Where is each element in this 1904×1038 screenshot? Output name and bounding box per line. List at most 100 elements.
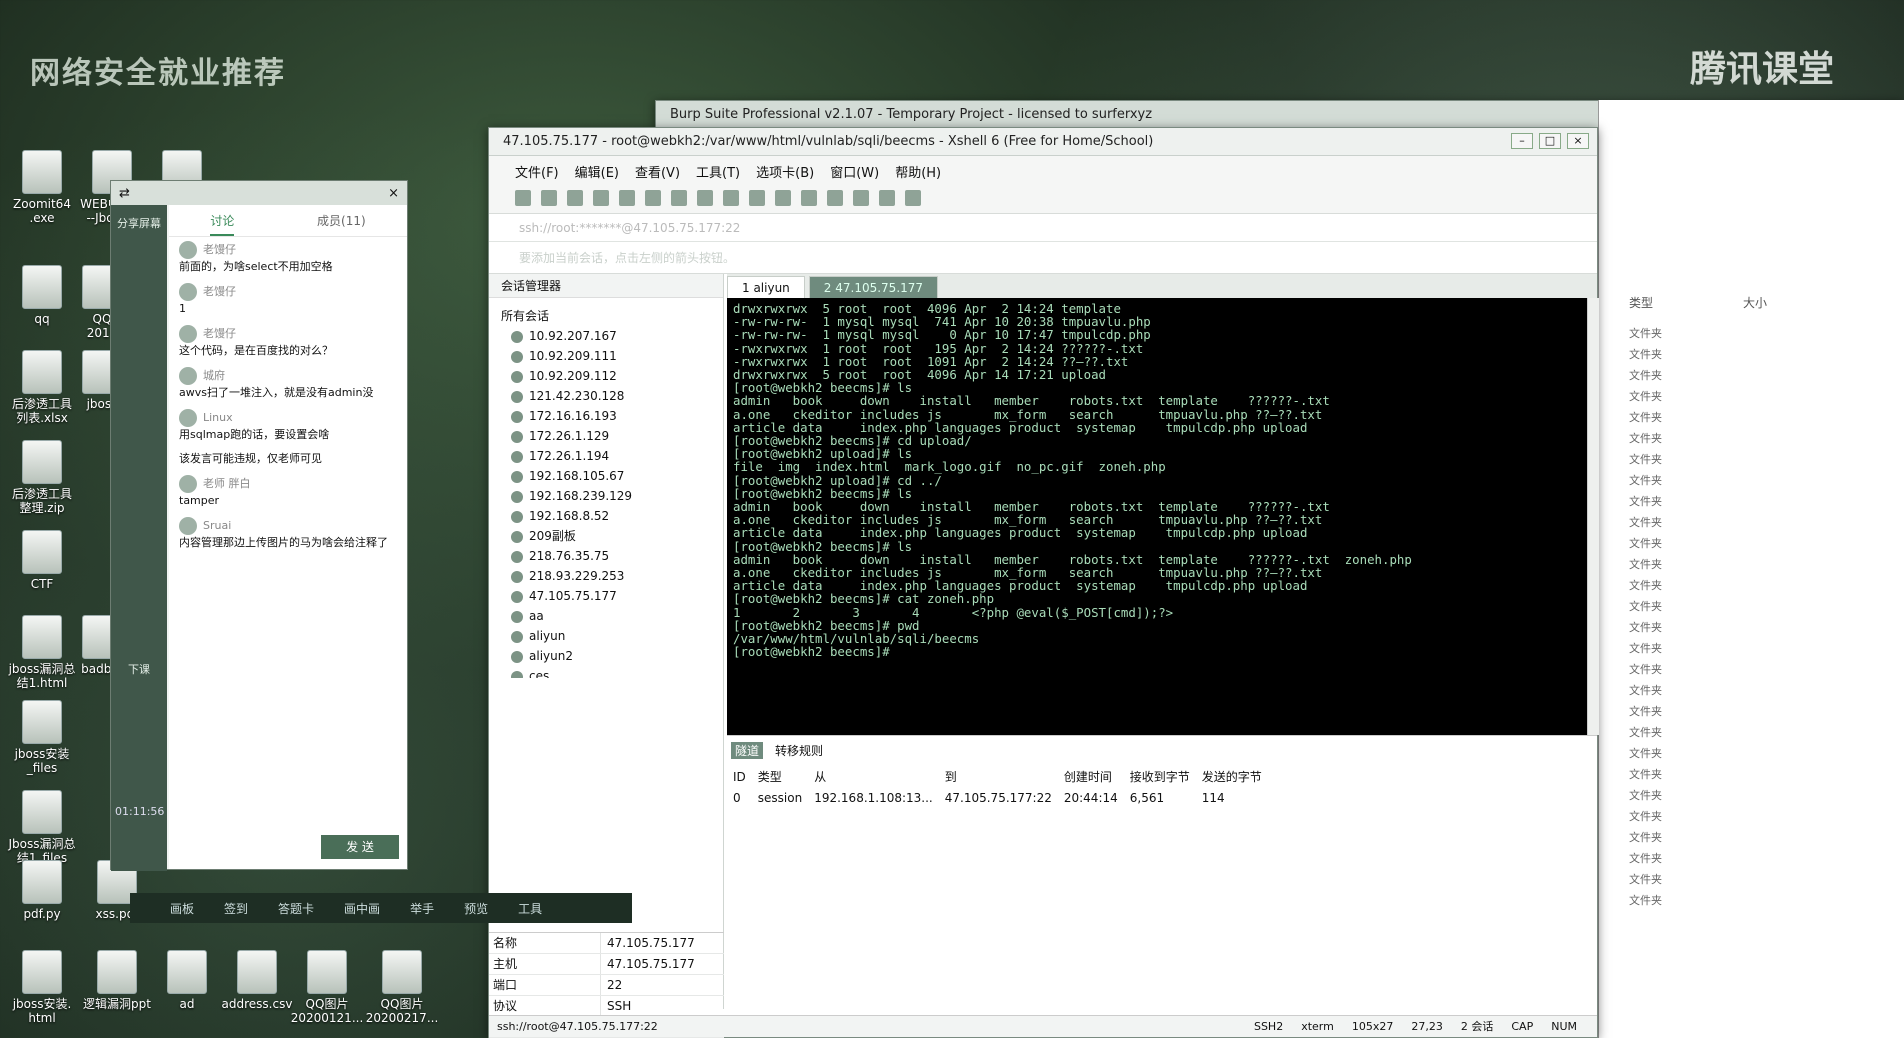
menu-item[interactable]: 窗口(W) [830,162,879,182]
toolbar-item[interactable]: 签到 [224,900,248,917]
session-item[interactable]: 218.76.35.75 [501,546,723,566]
desktop-icon[interactable]: jboss安装. html [0,950,84,1025]
address-bar[interactable]: ssh://root:*******@47.105.75.177:22 [489,214,1597,242]
status-num: NUM [1551,1020,1577,1033]
script-icon[interactable] [853,189,869,206]
session-item[interactable]: 218.93.229.253 [501,566,723,586]
tunnel-column-header[interactable]: 类型 [752,765,808,788]
desktop-icon[interactable]: jboss安装 _files [0,700,84,775]
toolbar-item[interactable]: 预览 [464,900,488,917]
search-icon[interactable] [645,189,661,206]
new-session-icon[interactable] [515,189,531,206]
folder-type-label: 文件夹 [1629,705,1662,718]
tab-forward-rules[interactable]: 转移规则 [775,742,823,759]
tunnel-column-header[interactable]: 发送的字节 [1196,765,1268,788]
chat-text: 这个代码，是在百度找的对么？ [179,344,333,357]
table-row[interactable]: 0 session 192.168.1.108:13... 47.105.75.177… [727,788,1268,808]
close-icon[interactable]: × [1567,133,1589,149]
globe-icon[interactable] [697,189,713,206]
end-class-button[interactable]: 下课 [111,661,167,677]
folder-type-label: 文件夹 [1629,726,1662,739]
all-sessions-folder[interactable]: 所有会话 [501,306,723,326]
session-item[interactable]: 192.168.105.67 [501,466,723,486]
settings-icon[interactable] [723,189,739,206]
session-item[interactable]: ces [501,666,723,678]
copy-icon[interactable] [619,189,635,206]
open-icon[interactable] [541,189,557,206]
share-screen-button[interactable]: 分享屏幕 [111,215,167,231]
toolbar-item[interactable]: 画中画 [344,900,380,917]
xftp-icon[interactable] [749,189,765,206]
tab-discussion[interactable]: 讨论 [210,205,235,236]
session-item[interactable]: 172.26.1.129 [501,426,723,446]
session-item[interactable]: 209副板 [501,526,723,546]
session-item[interactable]: aliyun [501,626,723,646]
desktop-icon[interactable]: QQ图片 20200217... [360,950,444,1025]
class-timer: 01:11:56 [115,805,165,818]
terminal-scrollbar[interactable] [1587,298,1599,735]
terminal-output[interactable]: drwxrwxrwx 5 root root 4096 Apr 2 14:24 … [727,298,1587,735]
file-icon [307,950,347,994]
desktop-icon[interactable]: pdf.py [0,860,84,921]
menu-item[interactable]: 查看(V) [635,162,680,182]
xshell-window[interactable]: 47.105.75.177 - root@webkh2:/var/www/htm… [488,127,1599,1038]
session-item[interactable]: 10.92.209.112 [501,366,723,386]
folder-type-label: 文件夹 [1629,537,1662,550]
session-item[interactable]: aa [501,606,723,626]
tunnel-column-header[interactable]: ID [727,765,752,788]
session-item[interactable]: 192.168.8.52 [501,506,723,526]
tab-47-105-75-177[interactable]: 2 47.105.75.177 [808,276,939,298]
session-item[interactable]: 47.105.75.177 [501,586,723,606]
menu-item[interactable]: 帮助(H) [895,162,941,182]
lock-icon[interactable] [775,189,791,206]
tab-members[interactable]: 成员(11) [317,205,366,236]
toolbar-item[interactable]: 举手 [410,900,434,917]
connect-icon[interactable] [567,189,583,206]
desktop-icon[interactable]: QQ图片 20200121... [285,950,369,1025]
close-icon[interactable]: × [388,186,399,201]
toolbar-item[interactable]: 工具 [518,900,542,917]
menu-item[interactable]: 选项卡(B) [756,162,814,182]
file-explorer-window[interactable]: 类型 大小 文件夹 文件夹 文件夹 文件夹 文件夹 文件夹 文件夹 文件夹 文件夹 文件夹 文件夹 文件… [1598,100,1904,1038]
session-item[interactable]: 121.42.230.128 [501,386,723,406]
disconnect-icon[interactable] [593,189,609,206]
folder-type-label: 文件夹 [1629,768,1662,781]
session-item[interactable]: 192.168.239.129 [501,486,723,506]
property-row: 端口 22 [489,975,724,996]
desktop-icon[interactable]: 后渗透工具 整理.zip [0,440,84,515]
menu-item[interactable]: 工具(T) [696,162,740,182]
tab-tunnel[interactable]: 隧道 [731,742,764,759]
fullscreen-icon[interactable] [801,189,817,206]
qq-classroom-panel[interactable]: ⇄ × 分享屏幕 下课 01:11:56 讨论 成员(11) 老馒仔 前面的，为啥se… [110,180,408,871]
minimize-icon[interactable]: – [1511,133,1533,149]
column-type[interactable]: 类型 [1629,294,1653,311]
share-icon[interactable]: ⇄ [119,186,130,201]
tunnel-column-header[interactable]: 接收到字节 [1124,765,1196,788]
menu-item[interactable]: 编辑(E) [575,162,619,182]
session-item[interactable]: 10.92.209.111 [501,346,723,366]
session-item[interactable]: 10.92.207.167 [501,326,723,346]
help-icon[interactable] [905,189,921,206]
toolbar-item[interactable]: 答题卡 [278,900,314,917]
tunnel-column-header[interactable]: 从 [808,765,939,788]
session-item[interactable]: 172.16.16.193 [501,406,723,426]
tunnel-column-header[interactable]: 创建时间 [1058,765,1124,788]
keyboard-icon[interactable] [827,189,843,206]
desktop-icon[interactable]: CTF [0,530,84,591]
file-icon [22,150,62,194]
desktop-icon-label: jboss安装. html [12,997,72,1025]
send-button[interactable]: 发 送 [321,835,399,859]
tunnel-column-header[interactable]: 到 [939,765,1058,788]
chat-author: 老师 胖白 [179,475,397,493]
session-item[interactable]: aliyun2 [501,646,723,666]
maximize-icon[interactable]: □ [1539,133,1561,149]
column-size[interactable]: 大小 [1743,294,1767,311]
layout-icon[interactable] [879,189,895,206]
tab-aliyun[interactable]: 1 aliyun [727,276,805,298]
folder-type-label: 文件夹 [1629,432,1662,445]
toolbar-item[interactable]: 画板 [170,900,194,917]
session-item[interactable]: 172.26.1.194 [501,446,723,466]
menu-item[interactable]: 文件(F) [515,162,559,182]
print-icon[interactable] [671,189,687,206]
desktop-icon[interactable]: Jboss漏洞总 结1_files [0,790,84,865]
